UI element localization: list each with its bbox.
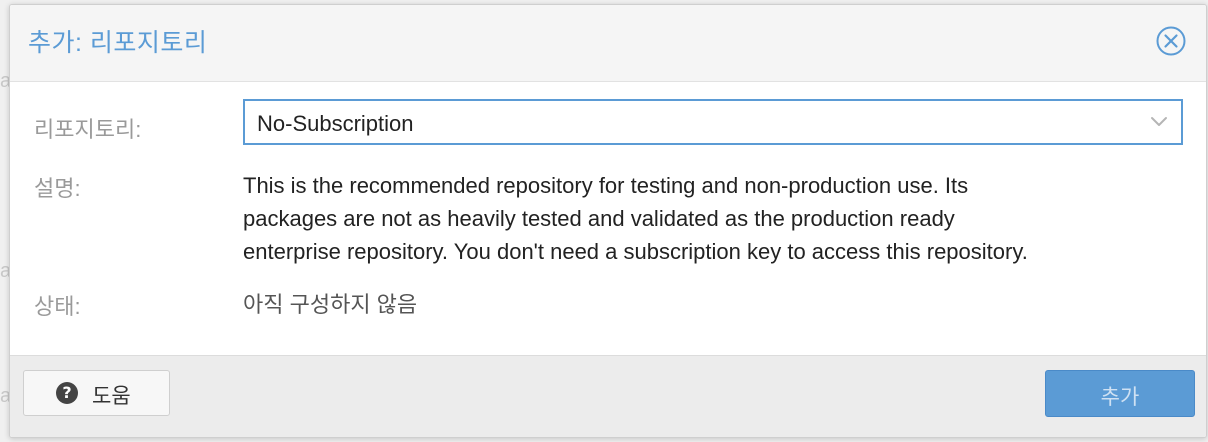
repository-select-value: No-Subscription — [257, 111, 414, 136]
chevron-down-icon[interactable] — [1149, 114, 1169, 130]
repository-select[interactable]: No-Subscription — [243, 99, 1183, 145]
status-value: 아직 구성하지 않음 — [243, 292, 418, 317]
dialog-title: 추가: 리포지토리 — [28, 29, 208, 57]
dialog-footer: ? 도움 추가 — [10, 355, 1206, 437]
description-line: This is the recommended repository for t… — [243, 173, 969, 198]
repository-description: This is the recommended repository for t… — [243, 169, 1193, 268]
status-label: 상태: — [34, 294, 81, 319]
description-label: 설명: — [34, 176, 81, 201]
add-button-label: 추가 — [1100, 386, 1140, 409]
close-circle-icon — [1156, 26, 1186, 56]
add-repository-dialog: 추가: 리포지토리 리포지토리: No-Subscription 설명: Thi… — [9, 4, 1207, 438]
close-button[interactable] — [1156, 26, 1186, 56]
description-line: enterprise repository. You don't need a … — [243, 239, 1028, 264]
dialog-header: 추가: 리포지토리 — [10, 5, 1206, 82]
help-button-label: 도움 — [92, 385, 131, 408]
description-line: packages are not as heavily tested and v… — [243, 206, 955, 231]
help-button[interactable]: ? 도움 — [23, 370, 170, 416]
question-circle-icon: ? — [56, 382, 78, 404]
add-button[interactable]: 추가 — [1045, 370, 1195, 417]
repository-label: 리포지토리: — [34, 117, 142, 142]
